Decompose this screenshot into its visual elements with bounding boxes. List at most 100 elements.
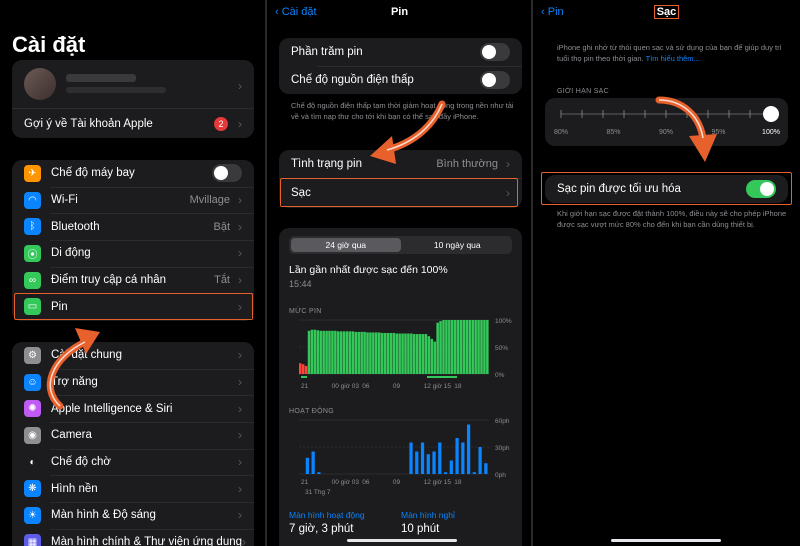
battery-level-bar — [448, 320, 451, 374]
airplane-toggle[interactable] — [212, 164, 242, 183]
screen-on-label: Màn hình hoạt động — [289, 510, 365, 520]
battery-level-bar — [301, 364, 305, 374]
y-tick-label: 30ph — [495, 445, 510, 452]
back-button[interactable]: ‹ Cài đặt — [275, 6, 317, 18]
nav-title: Sạc — [533, 5, 800, 19]
battery-level-bar — [430, 338, 434, 374]
battery-level-bar — [304, 365, 308, 374]
battery-level-bar — [459, 320, 463, 374]
y-tick-label: 0ph — [495, 472, 506, 479]
battery-percent-toggle[interactable] — [480, 43, 510, 61]
battery-level-bar — [360, 331, 363, 374]
battery-level-bar — [442, 320, 445, 374]
sidebar-item-brightness[interactable]: ☀ Màn hình & Độ sáng › — [12, 502, 254, 529]
battery-level-bar — [456, 320, 460, 374]
sidebar-item-value: Mvillage — [189, 194, 230, 207]
x-tick-label: 09 — [393, 383, 401, 390]
sidebar-item-value: Tắt — [214, 274, 230, 287]
sidebar-item-airplane[interactable]: ✈ Chế độ máy bay — [12, 160, 254, 187]
battery-level-bar — [477, 320, 480, 374]
sidebar-item-standby[interactable]: ◐ Chế độ chờ › — [12, 448, 254, 476]
tab-10d[interactable]: 10 ngày qua — [403, 236, 513, 254]
battery-level-bar — [407, 333, 410, 374]
chevron-right-icon: › — [238, 375, 242, 390]
activity-bar — [438, 442, 442, 474]
activity-bar — [443, 472, 448, 474]
chevron-right-icon: › — [238, 273, 242, 288]
back-button[interactable]: ‹ Pin — [541, 6, 564, 18]
settings-panel: Cài đặt › Gợi ý về Tài khoản Apple 2 › ✈… — [0, 0, 265, 546]
tab-24h[interactable]: 24 giờ qua — [291, 238, 401, 252]
battery-level-bar — [410, 333, 413, 374]
battery-level-chart: 100% 50% 0% 21 00 giờ 03 06 09 12 giờ 15 18 — [299, 318, 512, 390]
last-charged-time: 15:44 — [289, 279, 312, 289]
battery-level-bar — [480, 320, 483, 374]
battery-level-bar — [348, 331, 352, 374]
battery-level-bar — [436, 322, 439, 374]
battery-level-bar — [471, 320, 474, 374]
battery-level-bar — [439, 321, 442, 374]
x-tick-label: 00 giờ 03 — [332, 479, 360, 486]
activity-bar — [432, 451, 436, 474]
chevron-right-icon: › — [238, 455, 242, 470]
x-tick-label: 18 — [454, 479, 462, 486]
chevron-right-icon: › — [506, 157, 510, 171]
blurred-account-name — [66, 74, 136, 82]
sidebar-item-value: Bật — [213, 220, 230, 233]
battery-level-bar — [401, 333, 404, 374]
battery-level-bar — [357, 331, 360, 374]
activity-bar — [455, 438, 459, 474]
sidebar-item-hotspot[interactable]: ∞ Điểm truy cập cá nhân Tắt › — [12, 266, 254, 294]
brightness-icon: ☀ — [24, 506, 41, 524]
x-tick-label: 21 — [301, 383, 309, 390]
battery-level-bar — [325, 330, 328, 374]
sidebar-item-bluetooth[interactable]: ᛒ Bluetooth Bật › — [12, 213, 254, 240]
blurred-account-detail — [66, 87, 166, 93]
page-title: Cài đặt — [12, 32, 86, 57]
bluetooth-icon: ᛒ — [24, 218, 41, 236]
apple-account-card[interactable]: › Gợi ý về Tài khoản Apple 2 › — [12, 60, 254, 138]
low-power-toggle[interactable] — [480, 71, 510, 89]
battery-level-bar — [331, 330, 334, 374]
sidebar-item-label: Wi-Fi — [51, 194, 78, 207]
chevron-right-icon: › — [238, 401, 242, 416]
battery-level-bar — [299, 363, 302, 374]
orange-arrow-icon — [655, 96, 717, 162]
y-tick-label: 50% — [495, 345, 508, 352]
battery-level-bar — [334, 330, 337, 374]
wallpaper-icon: ❋ — [24, 480, 41, 498]
slider-tick-label: 100% — [762, 129, 780, 136]
learn-more-link[interactable]: Tìm hiểu thêm... — [646, 54, 700, 63]
sidebar-item-cellular[interactable]: ⦿ Di động › — [12, 240, 254, 267]
activity-bar — [472, 472, 476, 474]
charging-intro: iPhone ghi nhớ từ thói quen sạc và sử dụ… — [557, 42, 787, 64]
hotspot-icon: ∞ — [24, 271, 41, 289]
x-tick-label: 18 — [454, 383, 462, 390]
sidebar-item-home-screen[interactable]: ▦ Màn hình chính & Thư viện ứng dụng › — [12, 528, 254, 546]
battery-panel: ‹ Cài đặt Pin Phần trăm pin Chế độ nguồn… — [267, 0, 532, 546]
battery-percent-row[interactable]: Phần trăm pin — [279, 38, 522, 66]
time-range-segmented: 24 giờ qua 10 ngày qua — [289, 236, 512, 254]
activity-chart: 60ph 30ph 0ph 21 00 giờ 03 06 09 12 giờ 15 18 31 … — [299, 418, 510, 496]
sidebar-item-camera[interactable]: ◉ Camera › — [12, 422, 254, 449]
pin-highlight — [14, 293, 253, 320]
chevron-right-icon: › — [238, 193, 242, 208]
battery-level-bar — [404, 333, 407, 374]
battery-level-bar — [322, 330, 325, 374]
low-power-row[interactable]: Chế độ nguồn điện thấp — [279, 66, 522, 94]
battery-level-bar — [310, 329, 314, 374]
battery-level-bar — [328, 330, 331, 374]
sidebar-item-label: Màn hình chính & Thư viện ứng dụng — [51, 536, 243, 546]
sidebar-item-wallpaper[interactable]: ❋ Hình nền › — [12, 475, 254, 502]
activity-bar — [478, 447, 482, 474]
sidebar-item-wifi[interactable]: ◠ Wi-Fi Mvillage › — [12, 186, 254, 214]
chevron-right-icon: › — [238, 219, 242, 234]
battery-level-bar — [369, 332, 372, 374]
activity-bar — [409, 442, 413, 474]
activity-bar — [426, 454, 430, 474]
apple-suggestions-row[interactable]: Gợi ý về Tài khoản Apple 2 › — [12, 112, 254, 136]
battery-level-bar — [363, 331, 366, 374]
battery-level-bar — [377, 332, 381, 374]
battery-level-bar — [386, 332, 390, 374]
x-tick-label: 12 giờ 15 — [424, 479, 452, 486]
